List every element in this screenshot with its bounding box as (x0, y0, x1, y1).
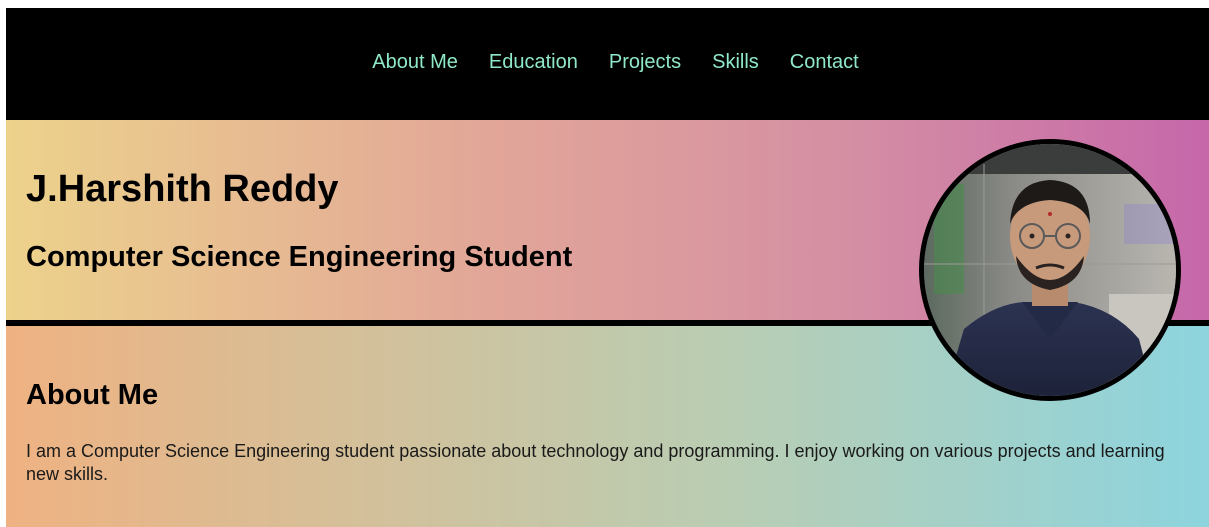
profile-photo (919, 139, 1181, 401)
nav-link-education[interactable]: Education (489, 48, 578, 76)
about-heading: About Me (26, 379, 159, 411)
profile-photo-illustration (924, 144, 1176, 396)
hero-name: J.Harshith Reddy (26, 168, 339, 210)
hero-subtitle: Computer Science Engineering Student (26, 241, 573, 273)
nav-link-projects[interactable]: Projects (609, 48, 681, 76)
about-text: I am a Computer Science Engineering stud… (26, 441, 1165, 484)
top-navbar: About Me Education Projects Skills Conta… (6, 8, 1209, 121)
nav-link-contact[interactable]: Contact (790, 48, 859, 76)
nav-links: About Me Education Projects Skills Conta… (6, 48, 1209, 76)
nav-link-about-me[interactable]: About Me (372, 48, 458, 76)
portfolio-page: About Me Education Projects Skills Conta… (6, 8, 1209, 527)
nav-link-skills[interactable]: Skills (712, 48, 759, 76)
